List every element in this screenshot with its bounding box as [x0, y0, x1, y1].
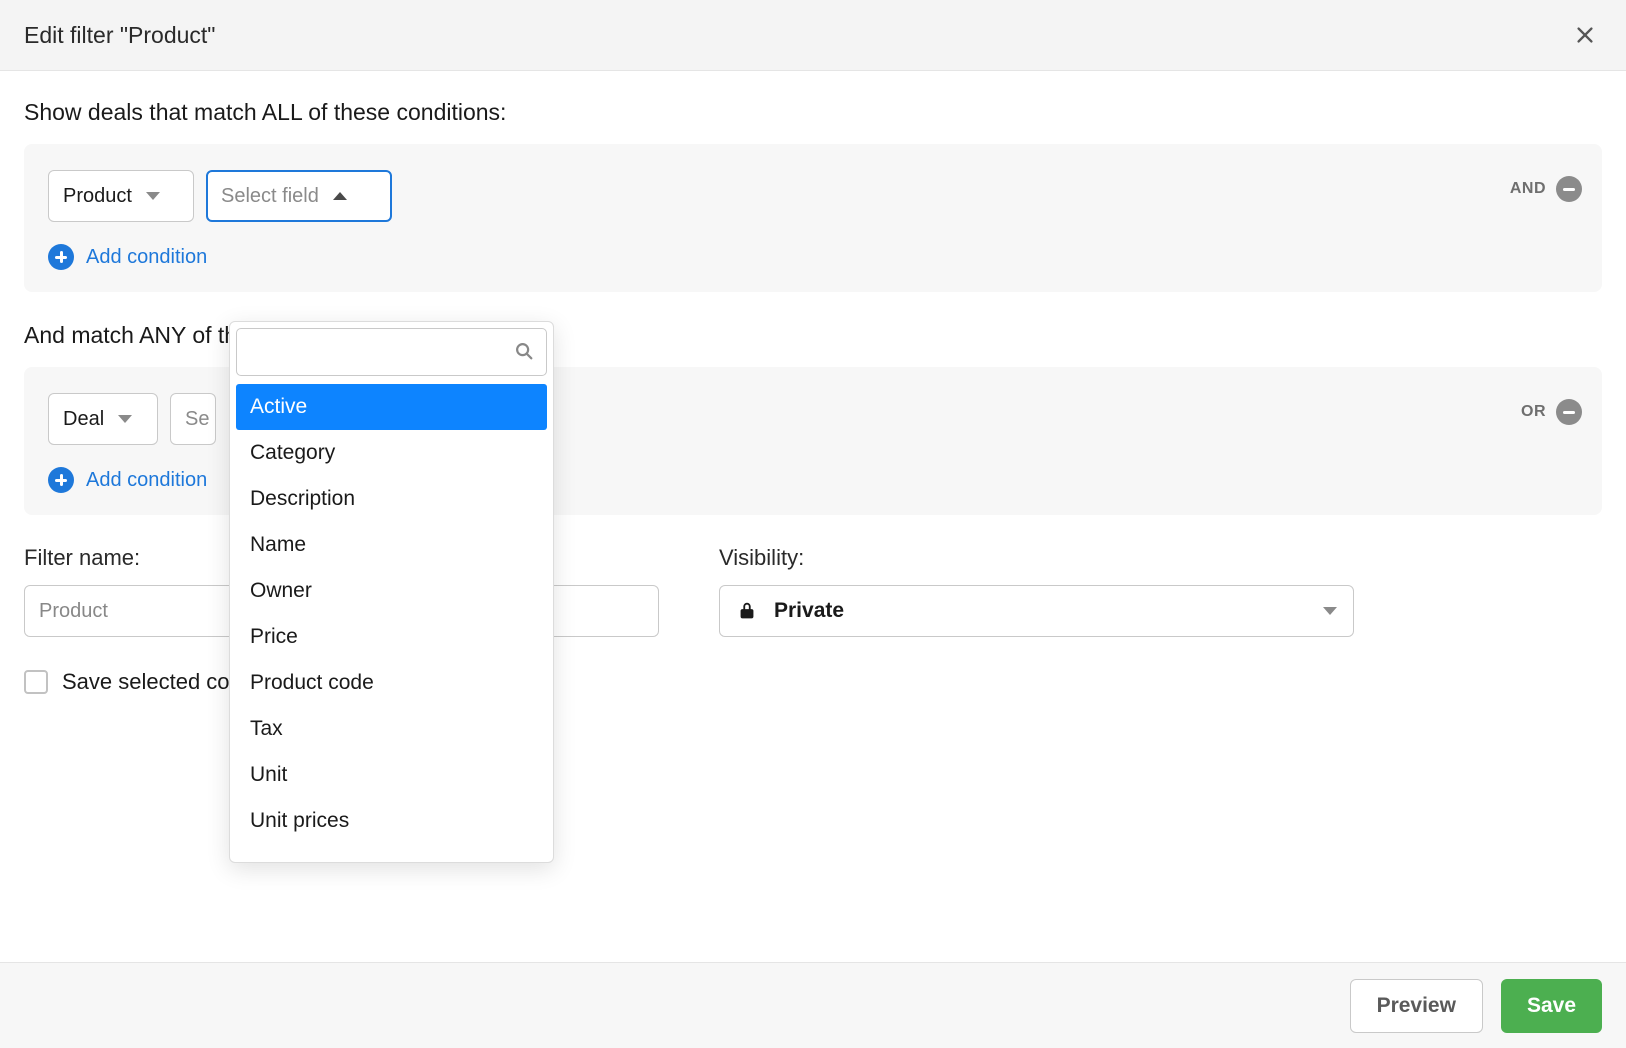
remove-condition-all[interactable]: [1556, 176, 1582, 202]
field-dropdown-item[interactable]: Category: [236, 430, 547, 476]
visibility-label: Visibility:: [719, 545, 1354, 571]
preview-button[interactable]: Preview: [1350, 979, 1483, 1033]
field-select-all[interactable]: Select field: [206, 170, 392, 222]
close-button[interactable]: [1568, 18, 1602, 52]
add-condition-all-label: Add condition: [86, 246, 207, 269]
entity-select-any-value: Deal: [63, 408, 104, 431]
chevron-up-icon: [333, 192, 347, 200]
lock-icon: [736, 600, 758, 622]
chevron-down-icon: [1323, 607, 1337, 615]
field-select-all-placeholder: Select field: [221, 185, 319, 208]
field-dropdown-item[interactable]: Description: [236, 476, 547, 522]
field-dropdown-item[interactable]: Name: [236, 522, 547, 568]
field-dropdown-item[interactable]: Unit: [236, 752, 547, 798]
remove-condition-any[interactable]: [1556, 399, 1582, 425]
field-dropdown: ActiveCategoryDescriptionNameOwnerPriceP…: [229, 321, 554, 863]
plus-icon: [48, 467, 74, 493]
field-select-any-partial: Se: [185, 408, 209, 431]
add-condition-any-label: Add condition: [86, 469, 207, 492]
logic-and: AND: [1510, 180, 1546, 198]
visibility-select[interactable]: Private: [719, 585, 1354, 637]
entity-select-all[interactable]: Product: [48, 170, 194, 222]
field-dropdown-search-input[interactable]: [236, 328, 547, 376]
close-icon: [1574, 24, 1596, 46]
entity-select-any[interactable]: Deal: [48, 393, 158, 445]
save-button[interactable]: Save: [1501, 979, 1602, 1033]
all-conditions-box: Product Select field AND Add condition: [24, 144, 1602, 292]
entity-select-all-value: Product: [63, 185, 132, 208]
search-icon: [513, 340, 535, 368]
field-dropdown-item[interactable]: Tax: [236, 706, 547, 752]
chevron-down-icon: [118, 415, 132, 423]
field-select-any[interactable]: Se: [170, 393, 216, 445]
visibility-value: Private: [774, 599, 844, 623]
all-conditions-heading: Show deals that match ALL of these condi…: [24, 99, 1602, 126]
field-dropdown-item[interactable]: Active: [236, 384, 547, 430]
field-dropdown-item[interactable]: Unit prices: [236, 798, 547, 844]
save-columns-checkbox[interactable]: [24, 670, 48, 694]
field-dropdown-item[interactable]: Owner: [236, 568, 547, 614]
plus-icon: [48, 244, 74, 270]
field-dropdown-item[interactable]: Price: [236, 614, 547, 660]
chevron-down-icon: [146, 192, 160, 200]
field-dropdown-item[interactable]: Product code: [236, 660, 547, 706]
page-title: Edit filter "Product": [24, 22, 215, 49]
logic-or: OR: [1521, 403, 1546, 421]
add-condition-all[interactable]: Add condition: [48, 244, 1578, 270]
